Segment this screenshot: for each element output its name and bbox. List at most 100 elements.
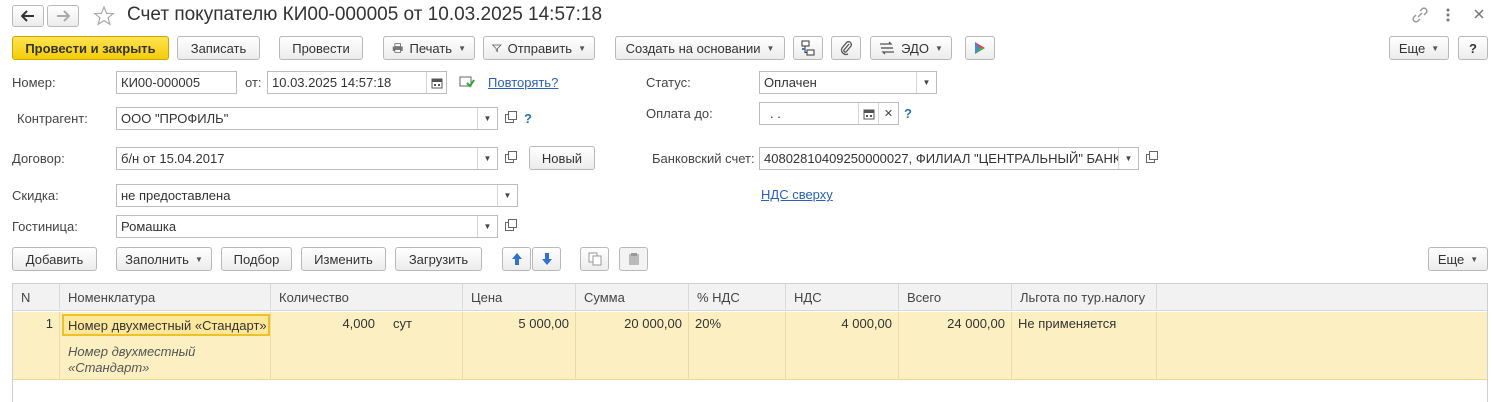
discount-select[interactable]: не предоставлена ▼: [116, 184, 518, 207]
chevron-down-icon[interactable]: ▼: [497, 185, 517, 206]
contract-value: б/н от 15.04.2017: [121, 151, 225, 166]
cell-total[interactable]: 24 000,00: [899, 312, 1012, 380]
add-row-button[interactable]: Добавить: [12, 247, 97, 271]
create-based-on-button[interactable]: Создать на основании ▼: [615, 36, 785, 60]
col-header-price[interactable]: Цена: [463, 284, 576, 311]
col-header-benefit[interactable]: Льгота по тур.налогу: [1012, 284, 1157, 311]
load-button[interactable]: Загрузить: [395, 247, 482, 271]
cell-item[interactable]: Номер двухместный «Стандарт»: [62, 314, 270, 336]
cell-vat-rate[interactable]: 20%: [689, 312, 786, 380]
arrow-down-icon: [541, 253, 552, 265]
cell-price[interactable]: 5 000,00: [463, 312, 576, 380]
schedule-check-icon: [459, 75, 475, 89]
send-label: Отправить: [507, 40, 573, 56]
cell-vat[interactable]: 4 000,00: [786, 312, 899, 380]
chevron-down-icon: ▼: [934, 43, 943, 53]
col-header-n[interactable]: N: [13, 284, 60, 311]
number-label: Номер:: [12, 75, 56, 90]
save-button[interactable]: Записать: [177, 36, 260, 60]
cell-qty[interactable]: 4,000: [271, 312, 381, 380]
calendar-icon[interactable]: [858, 103, 878, 124]
table-more-label: Еще: [1437, 251, 1465, 267]
back-button[interactable]: [12, 5, 44, 27]
calendar-icon[interactable]: [426, 72, 446, 93]
counterparty-field[interactable]: ООО "ПРОФИЛЬ" ▼: [116, 107, 498, 130]
more-label: Еще: [1398, 40, 1426, 56]
payment-due-field[interactable]: . . ✕: [759, 102, 899, 125]
chevron-down-icon: ▼: [458, 43, 466, 53]
more-button[interactable]: Еще ▼: [1389, 36, 1449, 60]
copy-icon: [588, 252, 601, 266]
fill-label: Заполнить: [125, 251, 189, 267]
open-bank-account-icon[interactable]: [1140, 147, 1160, 170]
discount-value: не предоставлена: [121, 188, 231, 203]
contract-field[interactable]: б/н от 15.04.2017 ▼: [116, 147, 498, 170]
col-header-qty[interactable]: Количество: [271, 284, 463, 311]
cell-benefit[interactable]: Не применяется: [1012, 312, 1157, 380]
col-header-vat-rate[interactable]: % НДС: [689, 284, 786, 311]
change-button[interactable]: Изменить: [301, 247, 386, 271]
chevron-down-icon: ▼: [194, 254, 203, 264]
open-counterparty-icon[interactable]: [499, 107, 519, 130]
paste-icon: [628, 253, 639, 265]
bank-account-field[interactable]: 40802810409250000027, ФИЛИАЛ "ЦЕНТРАЛЬНЫ…: [759, 147, 1139, 170]
close-icon[interactable]: [1472, 7, 1486, 21]
counterparty-label: Контрагент:: [17, 111, 88, 126]
open-contract-icon[interactable]: [499, 147, 519, 170]
open-hotel-icon[interactable]: [499, 215, 519, 238]
number-field[interactable]: КИ00-000005: [116, 71, 237, 94]
structure-button[interactable]: [793, 36, 823, 60]
chevron-down-icon[interactable]: ▼: [477, 108, 497, 129]
print-button[interactable]: Печать ▼: [383, 36, 475, 60]
edo-icon: [880, 41, 895, 55]
post-button[interactable]: Провести: [279, 36, 363, 60]
hotel-field[interactable]: Ромашка ▼: [116, 215, 498, 238]
status-label: Статус:: [646, 75, 691, 90]
col-header-total[interactable]: Всего: [899, 284, 1012, 311]
fill-button[interactable]: Заполнить ▼: [116, 247, 212, 271]
copy-button[interactable]: [580, 247, 609, 271]
number-value: КИ00-000005: [121, 75, 201, 90]
help-button[interactable]: ?: [1458, 36, 1488, 60]
col-header-item[interactable]: Номенклатура: [60, 284, 271, 311]
col-header-sum[interactable]: Сумма: [576, 284, 689, 311]
cell-unit[interactable]: сут: [387, 312, 463, 380]
chevron-down-icon[interactable]: ▼: [477, 148, 497, 169]
hotel-label: Гостиница:: [12, 219, 78, 234]
paste-button[interactable]: [619, 247, 648, 271]
chevron-down-icon[interactable]: ▼: [477, 216, 497, 237]
chevron-down-icon[interactable]: ▼: [1118, 148, 1138, 169]
pick-button[interactable]: Подбор: [221, 247, 292, 271]
forward-button[interactable]: [47, 5, 79, 27]
move-down-button[interactable]: [532, 247, 561, 271]
attach-button[interactable]: [831, 36, 861, 60]
send-button[interactable]: Отправить ▼: [483, 36, 595, 60]
date-field[interactable]: 10.03.2025 14:57:18: [267, 71, 447, 94]
goods-table[interactable]: N Номенклатура Количество Цена Сумма % Н…: [12, 283, 1488, 402]
arrow-left-icon: [21, 10, 34, 22]
send-icon: [492, 44, 502, 53]
clear-icon[interactable]: ✕: [878, 103, 898, 124]
move-up-button[interactable]: [502, 247, 531, 271]
cell-item-description: Номер двухместный «Стандарт»: [68, 344, 196, 375]
run-button[interactable]: [965, 36, 995, 60]
vat-on-top-link[interactable]: НДС сверху: [761, 187, 833, 202]
status-select[interactable]: Оплачен ▼: [759, 71, 937, 94]
more-vertical-icon[interactable]: [1443, 6, 1453, 24]
repeat-link[interactable]: Повторять?: [488, 75, 558, 90]
chevron-down-icon[interactable]: ▼: [916, 72, 936, 93]
bank-account-value: 40802810409250000027, ФИЛИАЛ "ЦЕНТРАЛЬНЫ…: [764, 151, 1118, 166]
counterparty-help-icon[interactable]: ?: [524, 111, 532, 126]
hierarchy-icon: [801, 40, 815, 56]
new-contract-button[interactable]: Новый: [529, 146, 595, 170]
edo-button[interactable]: ЭДО ▼: [870, 36, 952, 60]
post-and-close-button[interactable]: Провести и закрыть: [12, 36, 169, 60]
link-icon[interactable]: [1411, 6, 1429, 24]
table-more-button[interactable]: Еще ▼: [1428, 247, 1488, 271]
cell-sum[interactable]: 20 000,00: [576, 312, 689, 380]
favorite-star-icon[interactable]: [93, 5, 115, 27]
table-row[interactable]: 1 Номер двухместный «Стандарт» Номер дву…: [13, 312, 1487, 380]
col-header-vat[interactable]: НДС: [786, 284, 899, 311]
table-header: N Номенклатура Количество Цена Сумма % Н…: [13, 284, 1487, 311]
payment-help-icon[interactable]: ?: [904, 106, 912, 121]
